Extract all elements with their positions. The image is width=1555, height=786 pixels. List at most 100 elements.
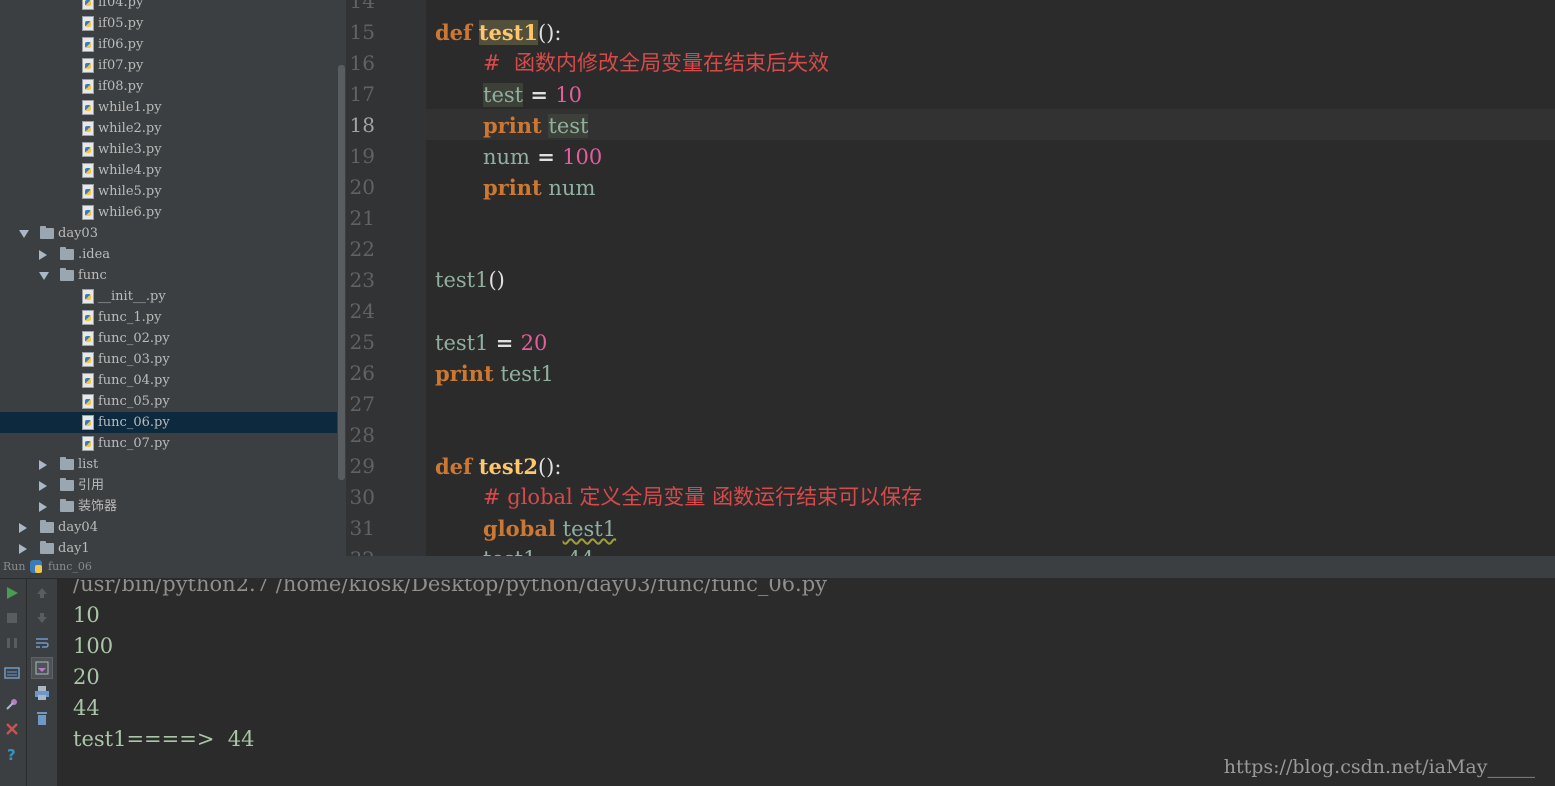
tree-item-label: if06.py bbox=[98, 37, 144, 52]
tree-folder-item[interactable]: 引用 bbox=[0, 475, 337, 496]
code-editor[interactable]: 14 15 16 17 18 19 20 21 22 23 24 25 26 27 28 29 30 31 32 d… bbox=[346, 0, 1555, 556]
tree-file-item[interactable]: __init__.py bbox=[0, 286, 337, 307]
chevron-right-icon[interactable] bbox=[39, 250, 47, 260]
chevron-right-icon[interactable] bbox=[39, 481, 47, 491]
code-line-15[interactable]: def test1(): bbox=[435, 17, 561, 48]
tree-file-item[interactable]: if08.py bbox=[0, 76, 337, 97]
console-output-line: test1====> 44 bbox=[73, 727, 255, 751]
tree-folder-item[interactable]: day03 bbox=[0, 223, 337, 244]
tree-item-label: .idea bbox=[78, 247, 111, 262]
soft-wrap-icon[interactable] bbox=[34, 635, 50, 651]
line-number: 27 bbox=[349, 392, 375, 416]
keyword-print: print bbox=[483, 175, 542, 200]
help-icon[interactable]: ? bbox=[4, 746, 20, 762]
python-file-icon bbox=[82, 184, 94, 199]
parens: (): bbox=[537, 21, 562, 45]
pause-icon[interactable] bbox=[4, 635, 20, 651]
tree-file-item[interactable]: func_06.py bbox=[0, 412, 337, 433]
stop-icon[interactable] bbox=[4, 610, 20, 626]
tree-file-item[interactable]: while2.py bbox=[0, 118, 337, 139]
tree-scrollbar-thumb[interactable] bbox=[338, 65, 345, 480]
chevron-down-icon[interactable] bbox=[39, 272, 49, 280]
tree-item-label: if04.py bbox=[98, 0, 144, 10]
code-line-20[interactable]: print num bbox=[483, 172, 595, 203]
chevron-right-icon[interactable] bbox=[19, 523, 27, 533]
variable-num: num bbox=[548, 176, 596, 200]
line-number: 15 bbox=[349, 20, 375, 44]
close-icon[interactable] bbox=[4, 721, 20, 737]
tree-file-item[interactable]: while1.py bbox=[0, 97, 337, 118]
code-line-17[interactable]: test = 10 bbox=[483, 79, 582, 110]
tree-file-item[interactable]: while3.py bbox=[0, 139, 337, 160]
folder-icon bbox=[60, 478, 74, 491]
code-line-29[interactable]: def test2(): bbox=[435, 451, 561, 482]
arrow-up-icon[interactable] bbox=[34, 585, 50, 601]
code-line-25[interactable]: test1 = 20 bbox=[435, 327, 547, 358]
tree-item-label: if08.py bbox=[98, 79, 144, 94]
run-toolbar-left: ? bbox=[0, 579, 27, 786]
tree-file-item[interactable]: while6.py bbox=[0, 202, 337, 223]
scroll-to-end-icon[interactable] bbox=[34, 660, 50, 676]
tree-item-label: while2.py bbox=[98, 121, 162, 136]
chevron-right-icon[interactable] bbox=[19, 544, 27, 554]
tree-item-label: __init__.py bbox=[98, 289, 166, 304]
tree-file-item[interactable]: func_05.py bbox=[0, 391, 337, 412]
code-line-26[interactable]: print test1 bbox=[435, 358, 554, 389]
number-literal: 100 bbox=[562, 145, 603, 169]
line-number: 20 bbox=[349, 175, 375, 199]
run-tab-func-06[interactable]: func_06 bbox=[48, 560, 92, 573]
tree-folder-item[interactable]: .idea bbox=[0, 244, 337, 265]
operator: = bbox=[488, 330, 521, 355]
chevron-right-icon[interactable] bbox=[39, 460, 47, 470]
tree-folder-item[interactable]: func bbox=[0, 265, 337, 286]
trash-icon[interactable] bbox=[34, 710, 50, 726]
tree-folder-item[interactable]: list bbox=[0, 454, 337, 475]
chevron-right-icon[interactable] bbox=[39, 502, 47, 512]
function-name-test1[interactable]: test1 bbox=[478, 20, 538, 45]
python-file-icon bbox=[82, 415, 94, 430]
run-console[interactable]: /usr/bin/python2.7 /home/kiosk/Desktop/p… bbox=[57, 579, 1555, 786]
code-line-19[interactable]: num = 100 bbox=[483, 141, 602, 172]
tree-item-label: list bbox=[78, 457, 99, 472]
tree-file-item[interactable]: if05.py bbox=[0, 13, 337, 34]
tree-scrollbar[interactable] bbox=[337, 0, 346, 556]
tree-folder-item[interactable]: day1 bbox=[0, 538, 337, 556]
tree-file-item[interactable]: func_02.py bbox=[0, 328, 337, 349]
arrow-down-icon[interactable] bbox=[34, 610, 50, 626]
code-line-18[interactable]: print test bbox=[483, 110, 589, 141]
project-tree[interactable]: if04.py if05.py if06.py if07.py if08.py while… bbox=[0, 0, 337, 556]
run-icon[interactable] bbox=[4, 585, 20, 601]
code-partial: test1 = 44 bbox=[483, 547, 594, 556]
tree-file-item[interactable]: while5.py bbox=[0, 181, 337, 202]
tree-file-item[interactable]: if06.py bbox=[0, 34, 337, 55]
tree-file-item[interactable]: if04.py bbox=[0, 0, 337, 13]
tree-file-item[interactable]: func_04.py bbox=[0, 370, 337, 391]
tree-file-item[interactable]: while4.py bbox=[0, 160, 337, 181]
function-name-test2[interactable]: test2 bbox=[479, 454, 538, 479]
tree-file-item[interactable]: if07.py bbox=[0, 55, 337, 76]
python-file-icon bbox=[82, 79, 94, 94]
tree-item-label: day04 bbox=[58, 520, 98, 535]
line-number: 32 bbox=[346, 544, 375, 556]
variable-test1: test1 bbox=[500, 362, 554, 386]
tree-file-item[interactable]: func_03.py bbox=[0, 349, 337, 370]
code-line-16[interactable]: # 函数内修改全局变量在结束后失效 bbox=[483, 48, 829, 79]
print-icon[interactable] bbox=[34, 685, 50, 701]
code-line-32[interactable]: test1 = 44 bbox=[483, 544, 594, 556]
tree-item-label: day1 bbox=[58, 541, 90, 556]
pin-icon[interactable] bbox=[4, 696, 20, 712]
code-line-23[interactable]: test1() bbox=[435, 265, 505, 296]
chevron-down-icon[interactable] bbox=[19, 230, 29, 238]
dump-threads-icon[interactable] bbox=[4, 665, 20, 681]
line-number: 26 bbox=[349, 361, 375, 385]
code-line-30[interactable]: # global 定义全局变量 函数运行结束可以保存 bbox=[483, 482, 922, 513]
tree-folder-item[interactable]: 装饰器 bbox=[0, 496, 337, 517]
tree-file-item[interactable]: func_07.py bbox=[0, 433, 337, 454]
run-toolbar-right bbox=[27, 579, 57, 786]
tree-file-item[interactable]: func_1.py bbox=[0, 307, 337, 328]
code-line-31[interactable]: global test1 bbox=[483, 513, 616, 544]
tree-folder-item[interactable]: day04 bbox=[0, 517, 337, 538]
console-command: /usr/bin/python2.7 /home/kiosk/Desktop/p… bbox=[73, 579, 828, 596]
python-file-icon bbox=[82, 163, 94, 178]
python-file-icon bbox=[82, 121, 94, 136]
